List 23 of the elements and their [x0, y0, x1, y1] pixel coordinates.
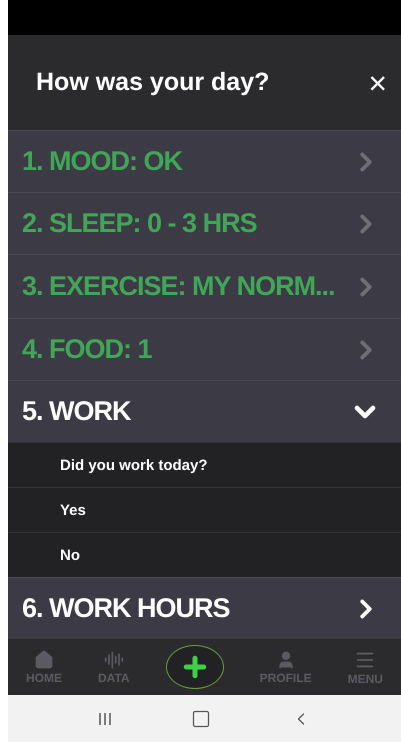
dialog-title: How was your day?: [36, 68, 270, 97]
question-row[interactable]: 1. MOOD: OK: [8, 130, 401, 192]
question-label: 4. FOOD: 1: [22, 334, 152, 365]
home-button-icon[interactable]: [191, 708, 212, 728]
sound-wave-icon: [104, 650, 124, 670]
question-label: 6. WORK HOURS: [22, 593, 230, 624]
question-prompt: Did you work today?: [60, 456, 208, 474]
question-label: 1. MOOD: OK: [22, 146, 182, 177]
home-icon: [34, 650, 54, 670]
question-label: 2. SLEEP: 0 - 3 HRS: [22, 208, 257, 239]
question-label: 3. EXERCISE: MY NORM...: [22, 271, 335, 302]
recent-apps-icon[interactable]: [98, 712, 112, 726]
question-row[interactable]: 6. WORK HOURS: [8, 577, 401, 639]
question-row[interactable]: 3. EXERCISE: MY NORM...: [8, 254, 401, 318]
question-label: 5. WORK: [22, 396, 131, 427]
answer-option[interactable]: Yes: [8, 487, 401, 532]
option-label: No: [60, 546, 80, 564]
answer-option[interactable]: No: [8, 532, 401, 577]
question-row[interactable]: 4. FOOD: 1: [8, 318, 401, 380]
question-row[interactable]: 5. WORK: [8, 380, 401, 442]
option-label: Yes: [60, 502, 86, 518]
close-button[interactable]: ×: [368, 66, 387, 98]
question-row[interactable]: 2. SLEEP: 0 - 3 HRS: [8, 192, 401, 254]
